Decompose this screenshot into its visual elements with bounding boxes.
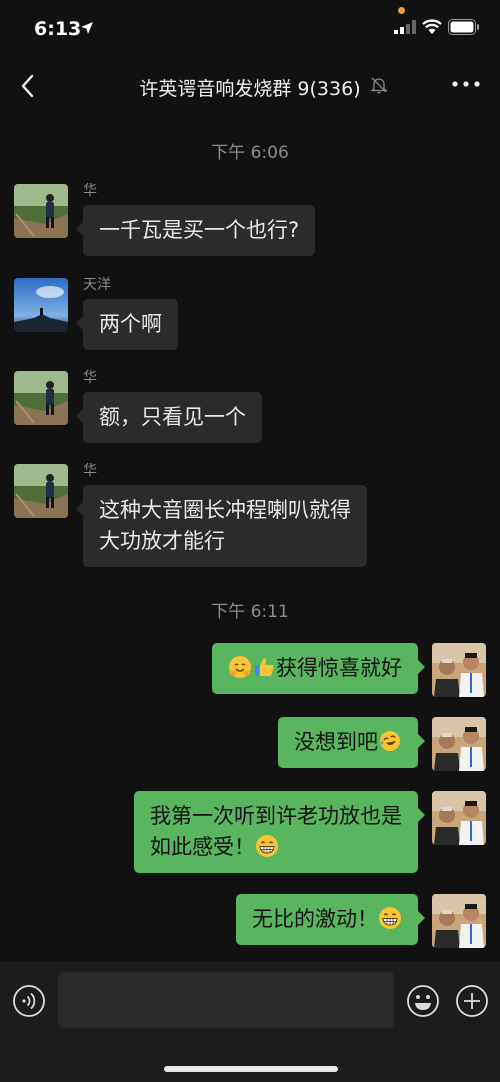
avatar-self[interactable]	[432, 717, 486, 771]
message-text: 两个啊	[99, 312, 162, 336]
message-text: 没想到吧	[294, 730, 378, 754]
avatar-tianyang[interactable]	[14, 278, 68, 332]
message-list[interactable]: 下午 6:06 华 一千瓦是买一个也行? 天洋 两个啊 华 额，只看见一个 华 …	[0, 120, 500, 962]
hugging-face-emoji	[229, 656, 251, 678]
avatar-self[interactable]	[432, 894, 486, 948]
sender-name: 华	[83, 463, 97, 479]
message-bubble-incoming[interactable]: 两个啊	[76, 299, 178, 350]
thumbs-up-emoji	[255, 658, 274, 676]
location-arrow-icon	[81, 22, 93, 34]
message-bubble-outgoing[interactable]: 获得惊喜就好	[212, 643, 425, 694]
more-dots-icon[interactable]	[448, 70, 484, 98]
sender-name: 天洋	[83, 277, 111, 293]
message-bubble-outgoing[interactable]: 没想到吧	[278, 717, 425, 768]
avatar-hua[interactable]	[14, 184, 68, 238]
chat-title: 许英谔音响发烧群 9(336)	[139, 78, 361, 100]
cell-signal-icon	[394, 20, 416, 34]
message-text-line2: 如此感受！	[150, 832, 402, 863]
avatar-hua[interactable]	[14, 371, 68, 425]
status-time: 6:13	[34, 18, 82, 40]
avatar-self[interactable]	[432, 791, 486, 845]
avatar-hua[interactable]	[14, 464, 68, 518]
status-bar: 6:13	[0, 0, 500, 50]
input-bar	[0, 962, 500, 1082]
grinning-face-emoji	[256, 835, 278, 857]
laughing-tears-emoji	[380, 731, 400, 751]
mute-bell-icon	[370, 77, 388, 94]
chat-header: 许英谔音响发烧群 9(336)	[0, 58, 500, 114]
message-bubble-incoming[interactable]: 额，只看见一个	[76, 392, 262, 443]
message-text-line2-text: 如此感受！	[150, 835, 255, 859]
message-bubble-incoming[interactable]: 一千瓦是买一个也行?	[75, 205, 316, 256]
voice-icon[interactable]	[12, 984, 46, 1018]
message-text: 额，只看见一个	[99, 405, 246, 429]
emoji-face-icon[interactable]	[406, 984, 440, 1018]
message-bubble-outgoing[interactable]: 无比的激动！	[236, 894, 425, 945]
message-text: 无比的激动！	[252, 907, 378, 931]
message-bubble-outgoing[interactable]: 我第一次听到许老功放也是 如此感受！	[134, 791, 425, 873]
message-input[interactable]	[58, 972, 394, 1028]
sender-name: 华	[83, 370, 97, 386]
message-bubble-incoming[interactable]: 这种大音圈长冲程喇叭就得 大功放才能行	[76, 485, 367, 567]
message-text: 我第一次听到许老功放也是	[150, 804, 402, 828]
grinning-face-emoji	[379, 907, 401, 929]
avatar-self[interactable]	[432, 643, 486, 697]
time-separator: 下午 6:06	[211, 143, 289, 163]
time-separator: 下午 6:11	[211, 602, 289, 622]
home-indicator[interactable]	[164, 1066, 338, 1072]
message-text: 这种大音圈长冲程喇叭就得	[99, 498, 351, 522]
battery-icon	[448, 19, 479, 35]
message-text-line2: 大功放才能行	[99, 529, 225, 553]
message-text: 获得惊喜就好	[276, 656, 402, 680]
message-text: 一千瓦是买一个也行?	[99, 218, 300, 242]
sender-name: 华	[83, 183, 97, 199]
wifi-icon	[422, 19, 442, 34]
plus-icon[interactable]	[455, 984, 489, 1018]
privacy-indicator-dot	[398, 7, 405, 14]
